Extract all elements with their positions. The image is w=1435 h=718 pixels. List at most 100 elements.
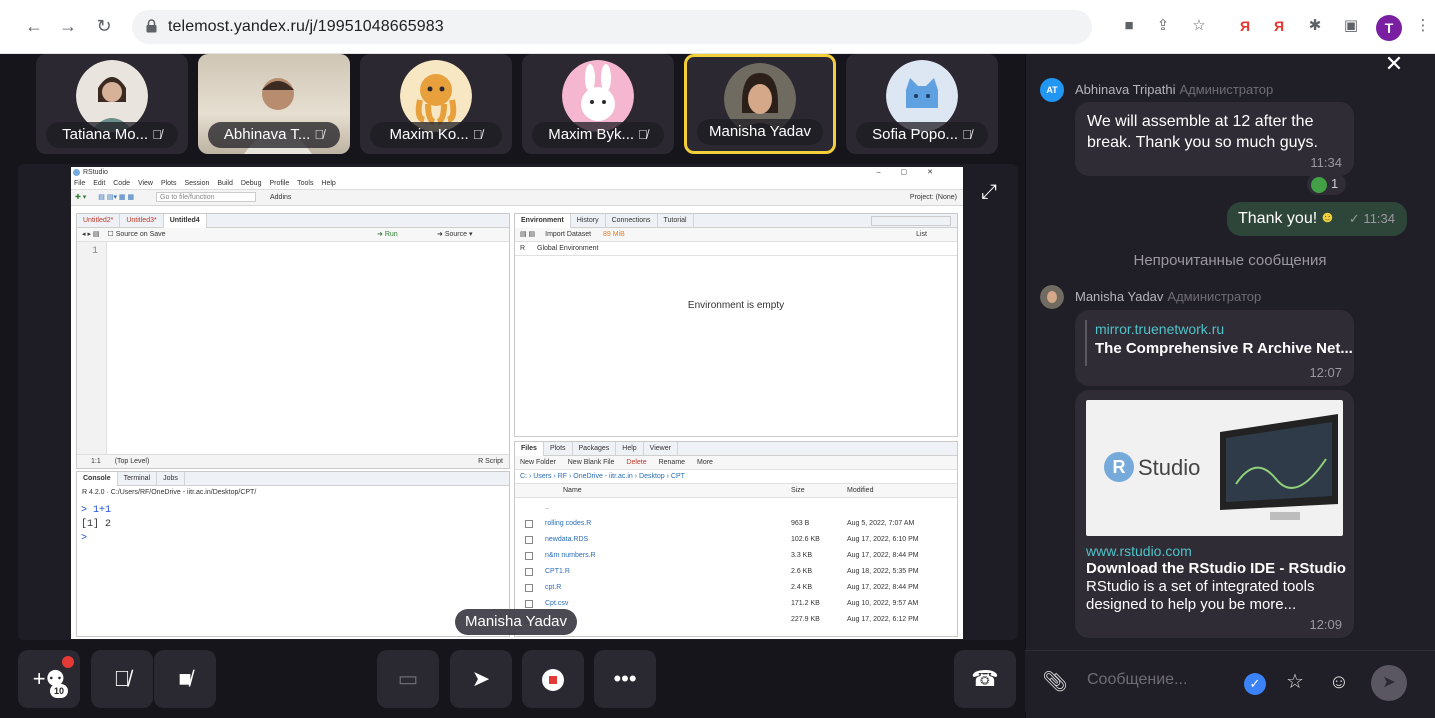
tab-packages[interactable]: Packages xyxy=(573,442,617,456)
link-title[interactable]: Download the RStudio IDE - RStudio xyxy=(1086,560,1346,578)
yandex-extension-2-icon[interactable]: Я xyxy=(1268,15,1290,37)
file-checkbox[interactable] xyxy=(525,536,533,544)
tab-terminal[interactable]: Terminal xyxy=(118,472,158,486)
link-preview-image[interactable]: R Studio xyxy=(1086,400,1343,536)
column-name[interactable]: Name xyxy=(563,484,582,498)
yandex-extension-icon[interactable]: Я xyxy=(1234,15,1256,37)
participant-tile[interactable]: Abhinava T... 🎙̸ xyxy=(198,54,350,154)
link-title[interactable]: The Comprehensive R Archive Net... xyxy=(1095,340,1353,357)
source-button[interactable]: ➜ Source ▾ xyxy=(437,228,472,242)
link-host[interactable]: mirror.truenetwork.ru xyxy=(1095,321,1353,337)
my-chat-message[interactable]: Thank you! ☻ ✓ 11:34 xyxy=(1227,202,1407,236)
tab-viewer[interactable]: Viewer xyxy=(644,442,678,456)
close-chat-icon[interactable]: ✕ xyxy=(1380,50,1408,78)
link-message[interactable]: mirror.truenetwork.ru The Comprehensive … xyxy=(1075,310,1354,386)
share-icon[interactable]: ⇪ xyxy=(1152,15,1174,37)
more-options-button[interactable]: ••• xyxy=(594,650,656,708)
tab-plots[interactable]: Plots xyxy=(544,442,573,456)
chat-message[interactable]: We will assemble at 12 after the break. … xyxy=(1075,102,1354,176)
source-on-save-checkbox[interactable]: ☐ Source on Save xyxy=(107,231,165,238)
scope-indicator[interactable]: (Top Level) xyxy=(115,458,150,465)
tab-history[interactable]: History xyxy=(571,214,606,228)
reaction-badge[interactable]: 1 xyxy=(1307,173,1347,195)
load-save-icons[interactable]: ▤ ▤ xyxy=(520,231,535,238)
record-button[interactable] xyxy=(522,650,584,708)
camera-toggle-button[interactable]: ■̸ xyxy=(154,650,216,708)
send-message-button[interactable]: ➤ xyxy=(1371,665,1407,701)
file-row[interactable]: 227.9 KB Aug 17, 2022, 6:12 PM xyxy=(515,612,957,628)
tab-environment[interactable]: Environment xyxy=(515,214,571,228)
environment-search-input[interactable] xyxy=(871,216,951,226)
global-environment-selector[interactable]: Global Environment xyxy=(537,245,598,252)
addins-menu[interactable]: Addins xyxy=(270,194,291,201)
tab-untitled4[interactable]: Untitled4 xyxy=(163,214,207,228)
tab-untitled2[interactable]: Untitled2* xyxy=(77,214,121,228)
browser-menu-icon[interactable]: ⋮ xyxy=(1412,15,1434,37)
file-row[interactable]: newdata.RDS 102.6 KB Aug 17, 2022, 6:10 PM xyxy=(515,532,957,548)
participant-tile[interactable]: Maxim Ko... 🎙̸ xyxy=(360,54,512,154)
menu-edit[interactable]: Edit xyxy=(93,180,105,187)
tab-files[interactable]: Files xyxy=(515,442,544,456)
camera-icon[interactable]: ■ xyxy=(1118,15,1140,37)
tab-jobs[interactable]: Jobs xyxy=(157,472,185,486)
file-row[interactable]: n&m numbers.R 3.3 KB Aug 17, 2022, 8:44 PM xyxy=(515,548,957,564)
files-breadcrumb[interactable]: C: › Users › RF › OneDrive - iitr.ac.in … xyxy=(515,470,957,484)
link-host[interactable]: www.rstudio.com xyxy=(1086,542,1346,560)
memory-usage[interactable]: 89 MiB xyxy=(603,231,625,238)
menu-code[interactable]: Code xyxy=(113,180,130,187)
file-checkbox[interactable] xyxy=(525,552,533,560)
side-panel-icon[interactable]: ▣ xyxy=(1340,15,1362,37)
file-checkbox[interactable] xyxy=(525,520,533,528)
window-controls[interactable]: –▢✕ xyxy=(877,167,953,178)
new-file-icon[interactable]: ✚ ▾ xyxy=(75,194,86,201)
save-icon[interactable]: ◂ ▸ ▤ xyxy=(82,231,100,238)
send-reaction-button[interactable]: ➤ xyxy=(450,650,512,708)
file-checkbox[interactable] xyxy=(525,568,533,576)
new-blank-file-button[interactable]: New Blank File xyxy=(568,459,615,466)
participant-tile-speaking[interactable]: Manisha Yadav xyxy=(684,54,836,154)
file-row[interactable]: rolling codes.R 963 B Aug 5, 2022, 7:07 AM xyxy=(515,516,957,532)
file-row[interactable]: cpt.R 2.4 KB Aug 17, 2022, 8:44 PM xyxy=(515,580,957,596)
participant-tile[interactable]: Maxim Byk... 🎙̸ xyxy=(522,54,674,154)
menu-session[interactable]: Session xyxy=(184,180,209,187)
column-modified[interactable]: Modified xyxy=(847,484,873,498)
tab-connections[interactable]: Connections xyxy=(606,214,658,228)
fullscreen-expand-icon[interactable]: ⤢ xyxy=(975,178,1003,206)
emoji-picker-icon[interactable]: ☺ xyxy=(1325,668,1353,696)
column-size[interactable]: Size xyxy=(791,484,805,498)
open-icons[interactable]: ▤ ▤▾ ▦ ▦ xyxy=(98,194,134,201)
menu-file[interactable]: File xyxy=(74,180,85,187)
tab-console[interactable]: Console xyxy=(77,472,118,486)
file-row[interactable]: Cpt.csv 171.2 KB Aug 10, 2022, 9:57 AM xyxy=(515,596,957,612)
file-checkbox[interactable] xyxy=(525,584,533,592)
profile-avatar[interactable]: T xyxy=(1376,15,1402,41)
file-row[interactable]: CPT1.R 2.6 KB Aug 18, 2022, 5:35 PM xyxy=(515,564,957,580)
forward-icon[interactable]: → xyxy=(56,14,80,38)
mute-microphone-button[interactable]: 🎙̸ xyxy=(91,650,153,708)
file-type-indicator[interactable]: R Script xyxy=(478,455,503,469)
menu-profile[interactable]: Profile xyxy=(269,180,289,187)
address-bar[interactable]: telemost.yandex.ru/j/19951048665983 xyxy=(132,10,1092,44)
screen-share-button[interactable]: ▭ xyxy=(377,650,439,708)
project-menu[interactable]: Project: (None) xyxy=(910,190,957,206)
menu-help[interactable]: Help xyxy=(321,180,335,187)
menu-plots[interactable]: Plots xyxy=(161,180,177,187)
message-input[interactable]: Сообщение... xyxy=(1087,671,1187,689)
back-icon[interactable]: ← xyxy=(22,14,46,38)
rename-button[interactable]: Rename xyxy=(659,459,685,466)
bookmark-star-icon[interactable]: ☆ xyxy=(1188,15,1210,37)
participants-button[interactable]: +⚉ 10 xyxy=(18,650,80,708)
goto-file-input[interactable]: Go to file/function xyxy=(156,192,257,203)
language-selector[interactable]: R xyxy=(520,245,525,252)
tab-help[interactable]: Help xyxy=(616,442,644,456)
delete-button[interactable]: Delete xyxy=(626,459,646,466)
attach-paperclip-icon[interactable]: 📎︎ xyxy=(1041,668,1069,696)
end-call-button[interactable]: ☎ xyxy=(954,650,1016,708)
participant-tile[interactable]: Tatiana Mo... 🎙̸ xyxy=(36,54,188,154)
list-view-toggle[interactable]: List xyxy=(916,228,927,242)
reload-icon[interactable]: ↻ xyxy=(92,14,116,38)
menu-tools[interactable]: Tools xyxy=(297,180,313,187)
new-folder-button[interactable]: New Folder xyxy=(520,459,556,466)
tab-untitled3[interactable]: Untitled3* xyxy=(120,214,164,228)
menu-debug[interactable]: Debug xyxy=(241,180,262,187)
